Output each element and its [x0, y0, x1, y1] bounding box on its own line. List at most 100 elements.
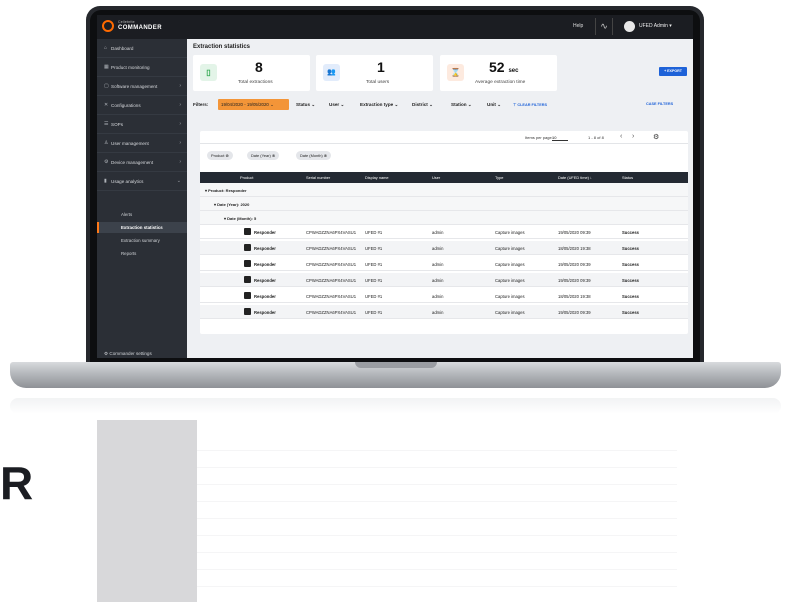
grid-icon: ▦	[104, 64, 109, 70]
sidebar-item-product-monitoring[interactable]: ▦ Product monitoring	[97, 58, 187, 77]
serial-cell: CPWADZZNA6PX4VASU1	[306, 230, 357, 235]
app-icon	[244, 244, 251, 251]
serial-cell: CPWADZZNA6PX4VASU1	[306, 262, 357, 267]
logo-subtitle: Cellebrite	[118, 20, 135, 24]
sidebar-subitem-alerts[interactable]: Alerts	[121, 212, 132, 217]
group-chip-month[interactable]: Date (Month) ⊗	[296, 151, 332, 160]
display-name-cell: UFED #1	[365, 262, 383, 267]
table-row[interactable]: Responder CPWADZZNA6PX4VASU1 UFED #1 admin C…	[200, 305, 688, 319]
serial-cell: CPWADZZNA6PX4VASU1	[306, 310, 357, 315]
group-row-month[interactable]: ▾ Date (Month): 5	[200, 211, 688, 225]
sidebar-item-label: Dashboard	[111, 45, 134, 51]
user-filter[interactable]: User ⌄	[329, 102, 344, 108]
user-cell: admin	[432, 278, 444, 283]
home-icon: ⌂	[104, 45, 108, 51]
user-menu[interactable]: UFED Admin ▾	[639, 23, 672, 29]
sidebar-item-label: Configurations	[111, 102, 141, 108]
sidebar-item-sops[interactable]: ☰ SOPs ›	[97, 115, 187, 134]
table-header: Product Serial number Display name User …	[200, 172, 688, 183]
chevron-right-icon[interactable]: ›	[632, 133, 634, 140]
sidebar-item-usage-analytics[interactable]: ▮ Usage analytics ⌄	[97, 172, 187, 191]
reflection-row	[197, 508, 677, 519]
reflection-row	[197, 491, 677, 502]
column-header[interactable]: Display name	[365, 175, 389, 180]
table-row[interactable]: Responder CPWADZZNA6PX4VASU1 UFED #1 admin C…	[200, 241, 688, 255]
group-row-product[interactable]: ▾ Product: Responder	[200, 183, 688, 197]
display-name-cell: UFED #1	[365, 278, 383, 283]
column-header[interactable]: Date (UFED time) ↓	[558, 175, 592, 180]
items-per-page-label: Items per page:	[525, 135, 553, 140]
list-icon: ☰	[104, 121, 109, 127]
sidebar-item-configurations[interactable]: ✕ Configurations ›	[97, 96, 187, 115]
tools-icon: ✕	[104, 102, 109, 108]
stat-value: 8	[255, 59, 263, 75]
app-icon	[244, 308, 251, 315]
stat-label: Average extraction time	[475, 80, 526, 85]
chevron-left-icon[interactable]: ‹	[620, 133, 622, 140]
sidebar-item-device-management[interactable]: ⚙ Device management ›	[97, 153, 187, 172]
district-filter[interactable]: District ⌄	[412, 102, 433, 108]
group-row-year[interactable]: ▾ Date (Year): 2020	[200, 197, 688, 211]
sidebar-item-user-management[interactable]: ♙ User management ›	[97, 134, 187, 153]
chevron-right-icon: ›	[179, 83, 181, 89]
sidebar-item-label: Device management	[111, 159, 154, 165]
items-per-page-select[interactable]: 10	[552, 135, 568, 141]
device-icon: ⚙	[104, 159, 109, 165]
product-cell: Responder	[254, 278, 276, 283]
table-row[interactable]: Responder CPWADZZNA6PX4VASU1 UFED #1 admin C…	[200, 225, 688, 239]
product-cell: Responder	[254, 246, 276, 251]
hourglass-icon: ⌛	[447, 64, 464, 81]
status-cell: Success	[622, 294, 639, 299]
activity-icon[interactable]: ∿	[595, 18, 613, 35]
group-label: ▾ Date (Year): 2020	[214, 202, 250, 207]
users-icon: 👥	[323, 64, 340, 81]
gear-icon[interactable]: ⚙	[653, 133, 659, 141]
date-cell: 18/05/2020 19:38	[558, 246, 591, 251]
reflection-row	[197, 576, 677, 587]
station-filter[interactable]: Station ⌄	[451, 102, 472, 108]
case-filters-button[interactable]: CASE FILTERS	[646, 102, 673, 106]
status-cell: Success	[622, 230, 639, 235]
clear-filters-button[interactable]: ⊤ CLEAR FILTERS	[513, 102, 547, 107]
sidebar-subitem-extraction-summary[interactable]: Extraction summary	[121, 238, 160, 243]
screen-reflection	[97, 420, 693, 602]
sidebar: ⌂ Dashboard ▦ Product monitoring ▢ Softw…	[97, 39, 187, 358]
sidebar-subitem-reports[interactable]: Reports	[121, 251, 136, 256]
sidebar-item-dashboard[interactable]: ⌂ Dashboard	[97, 39, 187, 58]
table-row[interactable]: Responder CPWADZZNA6PX4VASU1 UFED #1 admin C…	[200, 289, 688, 303]
type-cell: Capture images	[495, 310, 525, 315]
group-label: ▾ Date (Month): 5	[224, 216, 257, 221]
sidebar-item-label: Software management	[111, 83, 158, 89]
column-header[interactable]: Product	[240, 175, 253, 180]
stat-unit: sec	[508, 68, 519, 74]
column-header[interactable]: Status	[622, 175, 633, 180]
sidebar-subitem-extraction-statistics[interactable]: Extraction statistics	[121, 225, 163, 230]
date-cell: 19/05/2020 09:39	[558, 310, 591, 315]
stat-card-average-time: ⌛ 52 sec Average extraction time	[440, 55, 557, 91]
export-button[interactable]: + EXPORT	[659, 67, 687, 76]
display-name-cell: UFED #1	[365, 310, 383, 315]
filter-bar: Filters: 19/04/2020 - 19/05/2020 ⌄ Statu…	[193, 99, 688, 110]
user-cell: admin	[432, 230, 444, 235]
group-chip-product[interactable]: Product ⊗	[207, 151, 233, 160]
date-range-filter[interactable]: 19/04/2020 - 19/05/2020 ⌄	[218, 99, 289, 110]
app-icon	[244, 276, 251, 283]
box-icon: ▢	[104, 83, 109, 89]
chevron-right-icon: ›	[179, 159, 181, 165]
group-chip-year[interactable]: Date (Year) ⊗	[247, 151, 280, 160]
unit-filter[interactable]: Unit ⌄	[487, 102, 501, 108]
extraction-type-filter[interactable]: Extraction type ⌄	[360, 102, 398, 108]
logo-title[interactable]: COMMANDER	[118, 25, 162, 31]
table-row[interactable]: Responder CPWADZZNA6PX4VASU1 UFED #1 admin C…	[200, 257, 688, 271]
avatar[interactable]	[624, 21, 635, 32]
column-header[interactable]: User	[432, 175, 440, 180]
sidebar-item-software-management[interactable]: ▢ Software management ›	[97, 77, 187, 96]
results-table: Items per page: 10 1 - 8 of 8 ‹ › ⚙ Prod…	[200, 131, 688, 334]
column-header[interactable]: Type	[495, 175, 503, 180]
sidebar-item-commander-settings[interactable]: ⚙ Commander settings	[104, 351, 152, 357]
column-header[interactable]: Serial number	[306, 175, 330, 180]
table-row[interactable]: Responder CPWADZZNA6PX4VASU1 UFED #1 admin C…	[200, 273, 688, 287]
help-link[interactable]: Help	[573, 23, 583, 29]
type-cell: Capture images	[495, 230, 525, 235]
status-filter[interactable]: Status ⌄	[296, 102, 315, 108]
